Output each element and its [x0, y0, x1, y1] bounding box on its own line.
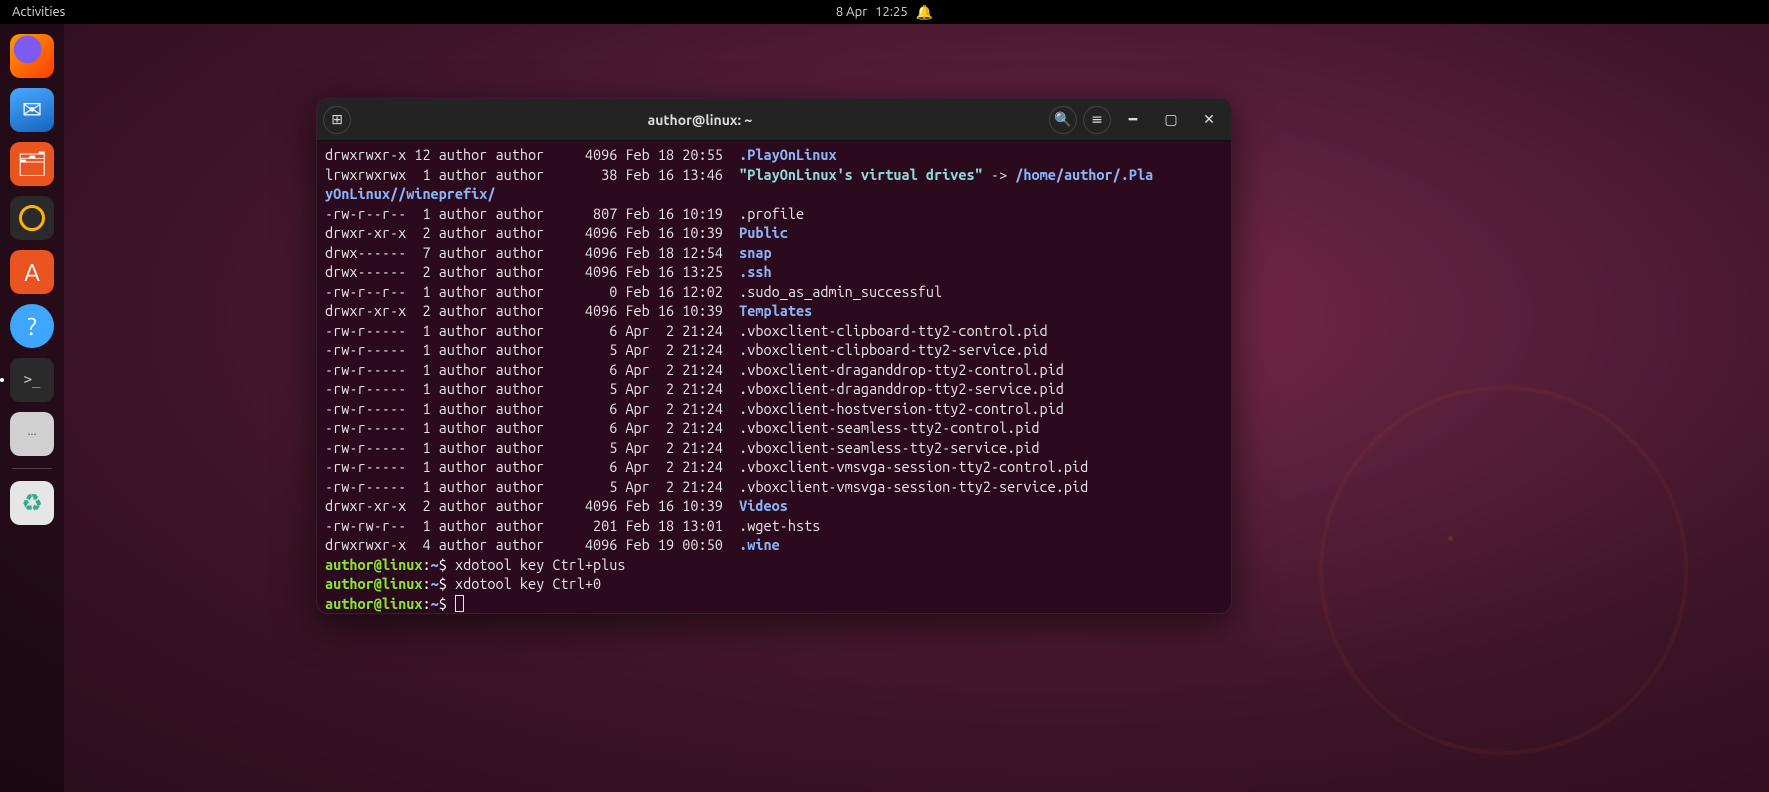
menu-button[interactable]: ≡: [1083, 106, 1111, 134]
ubuntu-dock: ✉ 🗂 A ? ··· ♻: [0, 24, 64, 792]
dock-thunderbird[interactable]: ✉: [8, 86, 56, 134]
activities-button[interactable]: Activities: [0, 5, 77, 19]
firefox-icon: [10, 34, 54, 78]
clock-time: 12:25: [875, 5, 908, 19]
clock-area[interactable]: 8 Apr 12:25 🔔: [836, 4, 933, 21]
terminal-output[interactable]: drwxrwxr-x 12 author author 4096 Feb 18 …: [317, 141, 1231, 613]
hamburger-icon: ≡: [1091, 111, 1103, 128]
rhythmbox-icon: [10, 196, 54, 240]
terminal-icon: [10, 358, 54, 402]
dock-rhythmbox[interactable]: [8, 194, 56, 242]
notification-bell-icon: 🔔: [916, 4, 933, 21]
close-icon: ✕: [1203, 111, 1215, 128]
clock-date: 8 Apr: [836, 5, 867, 19]
new-tab-button[interactable]: ⊞: [323, 106, 351, 134]
close-button[interactable]: ✕: [1193, 106, 1225, 134]
dock-separator: [12, 468, 52, 469]
files-icon: 🗂: [10, 142, 54, 186]
help-icon: ?: [10, 304, 54, 348]
trash-icon: ♻: [10, 481, 54, 525]
maximize-button[interactable]: ▢: [1155, 106, 1187, 134]
minimize-button[interactable]: ━: [1117, 106, 1149, 134]
window-title: author@linux: ~: [351, 112, 1049, 128]
minimize-icon: ━: [1129, 111, 1137, 128]
titlebar[interactable]: ⊞ author@linux: ~ 🔍 ≡ ━ ▢ ✕: [317, 99, 1231, 141]
search-icon: 🔍: [1054, 111, 1071, 128]
dock-software[interactable]: A: [8, 248, 56, 296]
dock-texteditor[interactable]: ···: [8, 410, 56, 458]
software-icon: A: [10, 250, 54, 294]
terminal-window: ⊞ author@linux: ~ 🔍 ≡ ━ ▢ ✕ drwxrwxr-x 1…: [316, 98, 1232, 614]
dock-terminal[interactable]: [8, 356, 56, 404]
gnome-topbar: Activities 8 Apr 12:25 🔔: [0, 0, 1769, 24]
new-tab-icon: ⊞: [331, 111, 343, 128]
maximize-icon: ▢: [1164, 111, 1177, 128]
thunderbird-icon: ✉: [10, 88, 54, 132]
dock-firefox[interactable]: [8, 32, 56, 80]
search-button[interactable]: 🔍: [1049, 106, 1077, 134]
dock-trash[interactable]: ♻: [8, 479, 56, 527]
cursor: [455, 595, 464, 612]
dock-help[interactable]: ?: [8, 302, 56, 350]
texteditor-icon: ···: [10, 412, 54, 456]
dock-files[interactable]: 🗂: [8, 140, 56, 188]
